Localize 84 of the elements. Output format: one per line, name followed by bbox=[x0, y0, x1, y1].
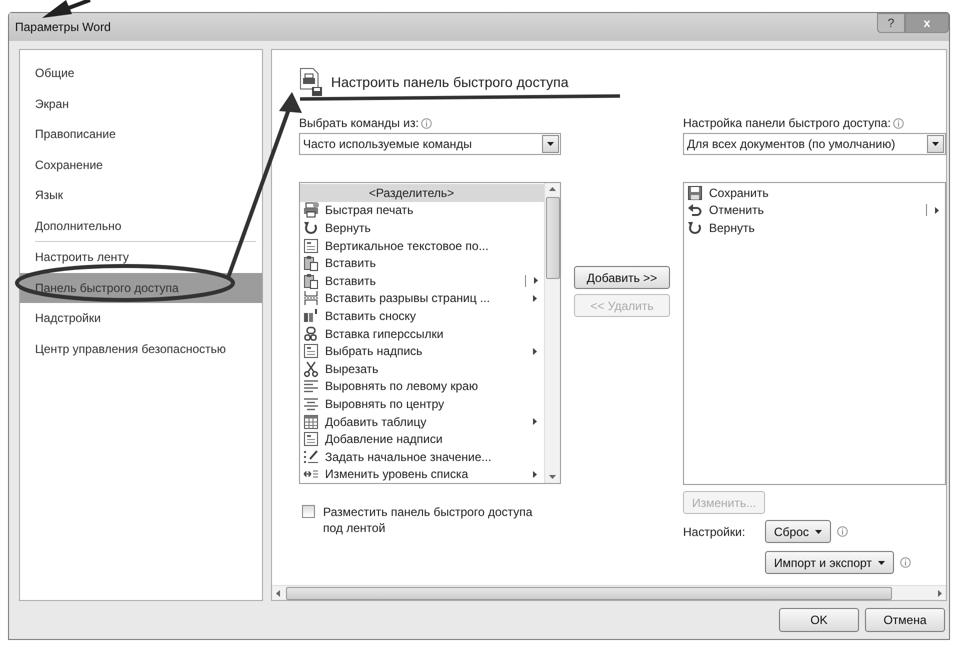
text-box-icon bbox=[303, 343, 319, 360]
link-icon bbox=[303, 326, 319, 342]
footnote-icon bbox=[303, 308, 319, 324]
command-item[interactable]: Выровнять по центру bbox=[325, 396, 520, 411]
submenu-arrow-icon bbox=[935, 206, 939, 214]
page-break-icon bbox=[303, 290, 319, 306]
command-item[interactable]: Задать начальное значение... bbox=[325, 450, 520, 464]
redo-icon bbox=[303, 220, 319, 236]
reset-button[interactable]: Сброс bbox=[765, 520, 831, 543]
horizontal-scrollbar[interactable] bbox=[272, 585, 946, 600]
info-icon bbox=[892, 118, 904, 128]
clipboard-icon bbox=[303, 255, 319, 272]
command-item[interactable]: Добавить таблицу bbox=[325, 414, 520, 429]
sidebar-item[interactable]: Центр управления безопасностью bbox=[20, 334, 262, 364]
field-label: Выбрать команды из: bbox=[299, 116, 419, 130]
submenu-arrow-icon bbox=[533, 418, 537, 426]
sidebar-item[interactable]: Настроить ленту bbox=[20, 242, 262, 272]
submenu-arrow-icon bbox=[534, 277, 538, 284]
help-button[interactable]: ? bbox=[877, 13, 905, 33]
command-item[interactable]: Выровнять по левому краю bbox=[325, 379, 520, 394]
scroll-down-icon[interactable] bbox=[549, 475, 556, 479]
command-item[interactable]: Сохранить bbox=[709, 186, 921, 200]
command-item[interactable]: Вставка гиперссылки bbox=[325, 326, 520, 341]
checkbox-label[interactable]: Разместить панель быстрого доступа под лентой bbox=[323, 504, 555, 536]
caret-icon bbox=[547, 142, 554, 146]
command-item[interactable]: Вернуть bbox=[709, 220, 921, 235]
align-left-icon bbox=[303, 378, 319, 394]
sidebar-item[interactable]: Язык bbox=[20, 180, 262, 210]
text-box-icon bbox=[303, 431, 319, 448]
command-item[interactable]: Вырезать bbox=[325, 362, 520, 376]
command-item[interactable]: Изменить уровень списка bbox=[325, 467, 520, 482]
scissors-icon bbox=[303, 360, 319, 377]
window-title: Параметры Word bbox=[15, 20, 112, 34]
sidebar-item[interactable]: Общие bbox=[20, 58, 262, 88]
command-item[interactable]: Вставить bbox=[325, 274, 519, 288]
field-label: Настройка панели быстрого доступа: bbox=[683, 116, 891, 130]
submenu-arrow-icon bbox=[533, 294, 537, 302]
caret-icon bbox=[932, 142, 939, 146]
info-icon bbox=[836, 526, 848, 537]
command-item[interactable]: Быстрая печать bbox=[325, 203, 520, 218]
sidebar-item[interactable]: Правописание bbox=[20, 119, 262, 150]
printer-icon bbox=[303, 202, 319, 218]
scrollbar-thumb[interactable] bbox=[286, 586, 892, 600]
add-button[interactable]: Добавить >> bbox=[574, 266, 670, 289]
info-icon bbox=[900, 557, 911, 568]
redo-icon bbox=[687, 220, 703, 236]
command-item[interactable]: Выбрать надпись bbox=[325, 344, 520, 358]
ok-button[interactable]: OK bbox=[779, 608, 859, 632]
info-icon bbox=[420, 118, 432, 128]
import-export-button[interactable]: Импорт и экспорт bbox=[765, 551, 894, 574]
scroll-up-icon[interactable] bbox=[549, 187, 556, 191]
caret-icon bbox=[814, 530, 822, 534]
command-item[interactable]: Вставить bbox=[325, 256, 520, 270]
clipboard-icon bbox=[303, 272, 319, 289]
align-center-icon bbox=[303, 396, 319, 412]
sidebar-item[interactable]: Дополнительно bbox=[20, 210, 262, 241]
command-item[interactable]: Вертикальное текстовое по... bbox=[325, 238, 520, 253]
toolbar-scope-dropdown[interactable]: Для всех документов (по умолчанию) bbox=[683, 133, 946, 155]
sidebar-item[interactable]: Сохранение bbox=[20, 150, 262, 180]
commands-source-dropdown[interactable]: Часто используемые команды bbox=[299, 133, 561, 155]
customizations-label: Настройки: bbox=[683, 524, 746, 538]
caret-icon bbox=[878, 560, 885, 564]
submenu-arrow-icon bbox=[533, 470, 537, 478]
checkbox[interactable] bbox=[302, 505, 315, 518]
annotation-arrow bbox=[42, 0, 91, 18]
sidebar-item[interactable]: Надстройки bbox=[20, 303, 262, 334]
table-icon bbox=[303, 414, 319, 430]
numbering-icon bbox=[303, 448, 319, 465]
command-item[interactable]: Вставить сноску bbox=[325, 308, 520, 323]
sidebar-item[interactable]: Экран bbox=[20, 88, 262, 119]
submenu-arrow-icon bbox=[533, 348, 537, 355]
undo-icon bbox=[687, 202, 703, 218]
command-item[interactable]: Отменить bbox=[709, 203, 920, 218]
text-box-icon bbox=[303, 238, 319, 254]
command-item[interactable]: Вернуть bbox=[325, 220, 520, 235]
page-heading: Настроить панель быстрого доступа bbox=[331, 74, 569, 90]
scroll-right-icon[interactable] bbox=[938, 590, 942, 596]
command-item[interactable]: Вставить разрывы страниц ... bbox=[325, 291, 520, 306]
vertical-scrollbar[interactable] bbox=[544, 183, 560, 483]
command-item[interactable]: Добавление надписи bbox=[325, 432, 520, 446]
scroll-left-icon[interactable] bbox=[276, 590, 280, 596]
cancel-button[interactable]: Отмена bbox=[865, 608, 945, 632]
toolbar-customize-icon bbox=[299, 67, 323, 97]
scrollbar-thumb[interactable] bbox=[546, 197, 560, 279]
